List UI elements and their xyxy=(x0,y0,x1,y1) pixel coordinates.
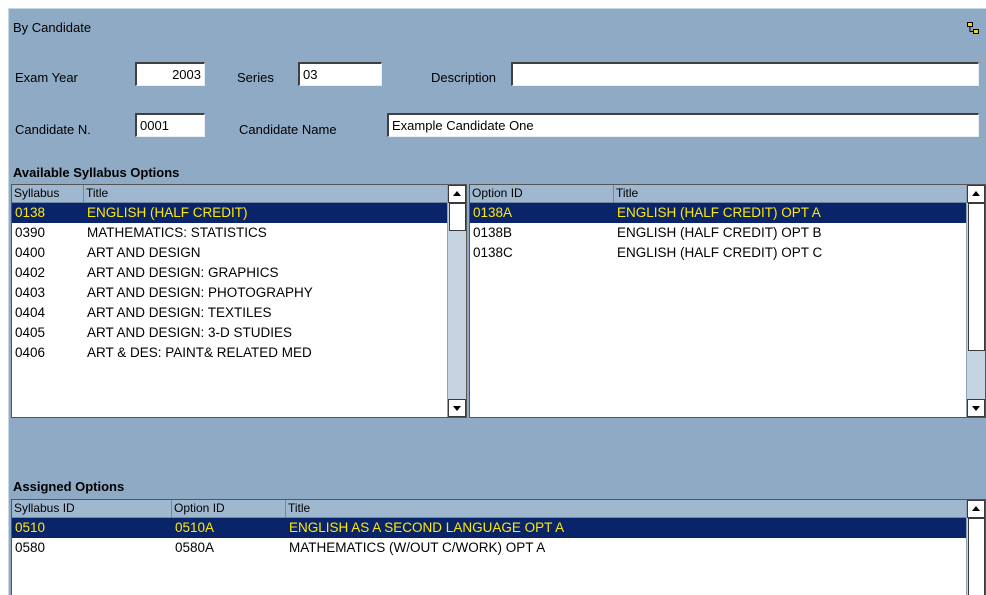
syllabus-title-cell: ENGLISH (HALF CREDIT) xyxy=(87,205,248,220)
table-row[interactable]: 0403 ART AND DESIGN: PHOTOGRAPHY xyxy=(12,283,448,303)
col-header-option-id[interactable]: Option ID xyxy=(470,185,614,203)
table-row[interactable]: 0405 ART AND DESIGN: 3-D STUDIES xyxy=(12,323,448,343)
arrow-up-icon xyxy=(453,191,461,196)
exam-year-field[interactable] xyxy=(135,62,205,86)
scroll-down-button[interactable] xyxy=(967,399,985,417)
option-id-cell: 0580A xyxy=(175,540,215,555)
option-id-cell: 0510A xyxy=(175,520,215,535)
series-field[interactable] xyxy=(298,62,382,86)
syllabus-code-cell: 0390 xyxy=(15,225,46,240)
option-id-cell: 0138B xyxy=(473,225,513,240)
table-row[interactable]: 0580 0580A MATHEMATICS (W/OUT C/WORK) OPT … xyxy=(12,538,968,558)
description-label: Description xyxy=(431,70,497,85)
scroll-thumb[interactable] xyxy=(968,518,985,595)
scroll-thumb[interactable] xyxy=(449,203,466,231)
table-row[interactable]: 0138B ENGLISH (HALF CREDIT) OPT B xyxy=(470,223,968,243)
syllabus-scrollbar[interactable] xyxy=(447,185,466,417)
table-row[interactable]: 0390 MATHEMATICS: STATISTICS xyxy=(12,223,448,243)
syllabus-title-cell: ART AND DESIGN xyxy=(87,245,201,260)
col-header-syllabus-id[interactable]: Syllabus ID xyxy=(12,500,172,518)
option-id-cell: 0138A xyxy=(473,205,513,220)
available-options-title: Available Syllabus Options xyxy=(13,165,180,180)
col-header-title[interactable]: Title xyxy=(84,185,448,203)
scroll-up-button[interactable] xyxy=(967,500,985,518)
syllabus-title-cell: ART AND DESIGN: PHOTOGRAPHY xyxy=(87,285,313,300)
options-grid[interactable]: Option ID Title 0138A ENGLISH (HALF CREDI… xyxy=(469,184,986,418)
syllabus-grid[interactable]: Syllabus Title 0138 ENGLISH (HALF CREDIT)… xyxy=(11,184,467,418)
scroll-up-button[interactable] xyxy=(448,185,466,203)
restore-icon[interactable] xyxy=(967,22,979,34)
assigned-options-title: Assigned Options xyxy=(13,479,125,494)
assigned-title-cell: MATHEMATICS (W/OUT C/WORK) OPT A xyxy=(289,540,546,555)
col-header-option-id[interactable]: Option ID xyxy=(172,500,286,518)
syllabus-title-cell: ART AND DESIGN: TEXTILES xyxy=(87,305,272,320)
table-row[interactable]: 0138 ENGLISH (HALF CREDIT) xyxy=(12,203,448,223)
syllabus-id-cell: 0580 xyxy=(15,540,46,555)
candidate-name-field[interactable] xyxy=(387,113,979,137)
syllabus-code-cell: 0400 xyxy=(15,245,46,260)
option-title-cell: ENGLISH (HALF CREDIT) OPT A xyxy=(617,205,821,220)
table-row[interactable]: 0406 ART & DES: PAINT& RELATED MED xyxy=(12,343,448,363)
candidate-number-field[interactable] xyxy=(135,113,205,137)
panel-title: By Candidate xyxy=(13,20,92,35)
syllabus-id-cell: 0510 xyxy=(15,520,46,535)
option-id-cell: 0138C xyxy=(473,245,513,260)
assigned-title-cell: ENGLISH AS A SECOND LANGUAGE OPT A xyxy=(289,520,565,535)
assigned-grid[interactable]: Syllabus ID Option ID Title 0510 0510A ENG… xyxy=(11,499,986,595)
candidate-number-label: Candidate N. xyxy=(15,122,91,137)
options-scrollbar[interactable] xyxy=(966,185,985,417)
col-header-syllabus[interactable]: Syllabus xyxy=(12,185,84,203)
syllabus-title-cell: ART & DES: PAINT& RELATED MED xyxy=(87,345,312,360)
table-row[interactable]: 0510 0510A ENGLISH AS A SECOND LANGUAGE OP… xyxy=(12,518,968,538)
col-header-assigned-title[interactable]: Title xyxy=(286,500,968,518)
option-title-cell: ENGLISH (HALF CREDIT) OPT C xyxy=(617,245,823,260)
scroll-thumb[interactable] xyxy=(968,203,985,351)
syllabus-title-cell: ART AND DESIGN: GRAPHICS xyxy=(87,265,279,280)
option-title-cell: ENGLISH (HALF CREDIT) OPT B xyxy=(617,225,822,240)
description-field[interactable] xyxy=(511,62,979,86)
table-row[interactable]: 0404 ART AND DESIGN: TEXTILES xyxy=(12,303,448,323)
table-row[interactable]: 0138C ENGLISH (HALF CREDIT) OPT C xyxy=(470,243,968,263)
scroll-down-button[interactable] xyxy=(448,399,466,417)
syllabus-code-cell: 0138 xyxy=(15,205,46,220)
series-label: Series xyxy=(237,70,274,85)
syllabus-code-cell: 0404 xyxy=(15,305,46,320)
table-row[interactable]: 0138A ENGLISH (HALF CREDIT) OPT A xyxy=(470,203,968,223)
syllabus-code-cell: 0403 xyxy=(15,285,46,300)
syllabus-code-cell: 0406 xyxy=(15,345,46,360)
arrow-down-icon xyxy=(972,406,980,411)
syllabus-title-cell: MATHEMATICS: STATISTICS xyxy=(87,225,267,240)
assigned-scrollbar[interactable] xyxy=(966,500,985,595)
table-row[interactable]: 0402 ART AND DESIGN: GRAPHICS xyxy=(12,263,448,283)
syllabus-title-cell: ART AND DESIGN: 3-D STUDIES xyxy=(87,325,293,340)
syllabus-code-cell: 0402 xyxy=(15,265,46,280)
scroll-up-button[interactable] xyxy=(967,185,985,203)
exam-year-label: Exam Year xyxy=(15,70,78,85)
arrow-up-icon xyxy=(972,191,980,196)
col-header-option-title[interactable]: Title xyxy=(614,185,968,203)
by-candidate-panel: By Candidate Exam Year Series Descriptio… xyxy=(8,8,986,595)
table-row[interactable]: 0400 ART AND DESIGN xyxy=(12,243,448,263)
arrow-down-icon xyxy=(453,406,461,411)
arrow-up-icon xyxy=(972,506,980,511)
syllabus-code-cell: 0405 xyxy=(15,325,46,340)
candidate-name-label: Candidate Name xyxy=(239,122,337,137)
